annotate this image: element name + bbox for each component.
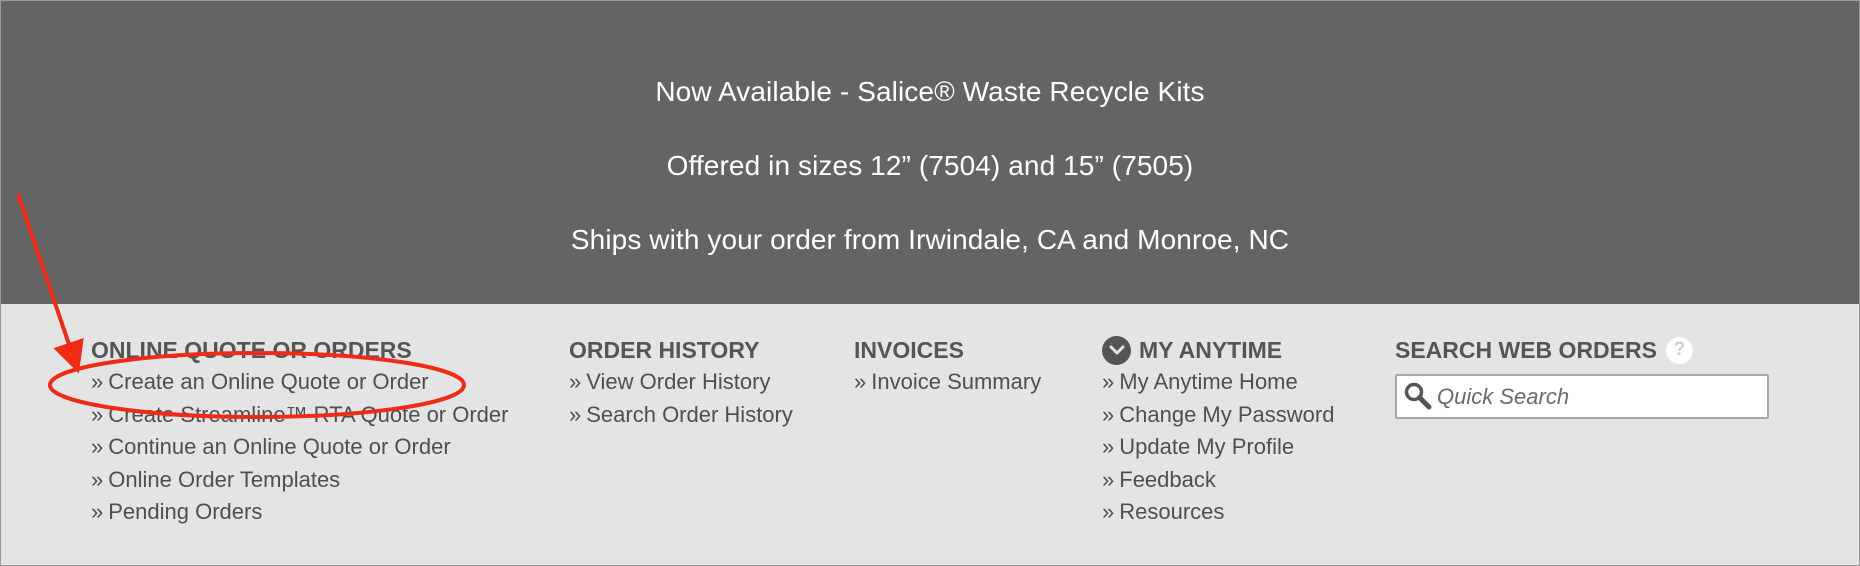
search-web-orders-column: SEARCH WEB ORDERS ?	[1395, 334, 1769, 419]
order-history-heading: ORDER HISTORY	[569, 337, 760, 363]
order-history-column: ORDER HISTORY » View Order History » Searc…	[569, 334, 793, 431]
change-password-link[interactable]: » Change My Password	[1102, 399, 1334, 432]
view-order-history-link[interactable]: » View Order History	[569, 366, 793, 399]
announcement-banner: Now Available - Salice® Waste Recycle Ki…	[1, 1, 1859, 304]
continue-online-quote-link[interactable]: » Continue an Online Quote or Order	[91, 431, 508, 464]
feedback-link[interactable]: » Feedback	[1102, 464, 1334, 497]
my-anytime-column: MY ANYTIME » My Anytime Home » Change My P…	[1102, 334, 1334, 529]
online-order-templates-link[interactable]: » Online Order Templates	[91, 464, 508, 497]
search-web-orders-heading: SEARCH WEB ORDERS ?	[1395, 334, 1769, 366]
banner-sizes-text: Offered in sizes 12” (7504) and 15” (750…	[666, 150, 1194, 181]
create-online-quote-link[interactable]: » Create an Online Quote or Order	[91, 366, 508, 399]
quick-search-box[interactable]	[1395, 374, 1769, 419]
resources-link[interactable]: » Resources	[1102, 496, 1334, 529]
invoices-heading: INVOICES	[854, 337, 964, 363]
my-anytime-heading-label: MY ANYTIME	[1139, 337, 1283, 363]
quick-search-input[interactable]	[1437, 376, 1757, 417]
banner-shipping-text: Ships with your order from Irwindale, CA…	[570, 224, 1290, 255]
search-order-history-link[interactable]: » Search Order History	[569, 399, 793, 432]
update-profile-link[interactable]: » Update My Profile	[1102, 431, 1334, 464]
invoices-column: INVOICES » Invoice Summary	[854, 334, 1041, 399]
quick-links-panel: ONLINE QUOTE OR ORDERS » Create an Online…	[1, 304, 1859, 565]
my-anytime-home-link[interactable]: » My Anytime Home	[1102, 366, 1334, 399]
pending-orders-link[interactable]: » Pending Orders	[91, 496, 508, 529]
search-icon	[1403, 381, 1433, 416]
chevron-down-circle-icon[interactable]	[1102, 335, 1131, 365]
create-streamline-rta-link[interactable]: » Create Streamline™ RTA Quote or Order	[91, 399, 508, 432]
my-anytime-heading[interactable]: MY ANYTIME	[1102, 334, 1334, 366]
online-quote-orders-column: ONLINE QUOTE OR ORDERS » Create an Online…	[91, 334, 508, 529]
help-icon[interactable]: ?	[1665, 336, 1693, 364]
search-web-orders-heading-label: SEARCH WEB ORDERS	[1395, 337, 1657, 363]
online-quote-orders-heading: ONLINE QUOTE OR ORDERS	[91, 337, 412, 363]
banner-headline: Now Available - Salice® Waste Recycle Ki…	[655, 76, 1205, 107]
invoice-summary-link[interactable]: » Invoice Summary	[854, 366, 1041, 399]
